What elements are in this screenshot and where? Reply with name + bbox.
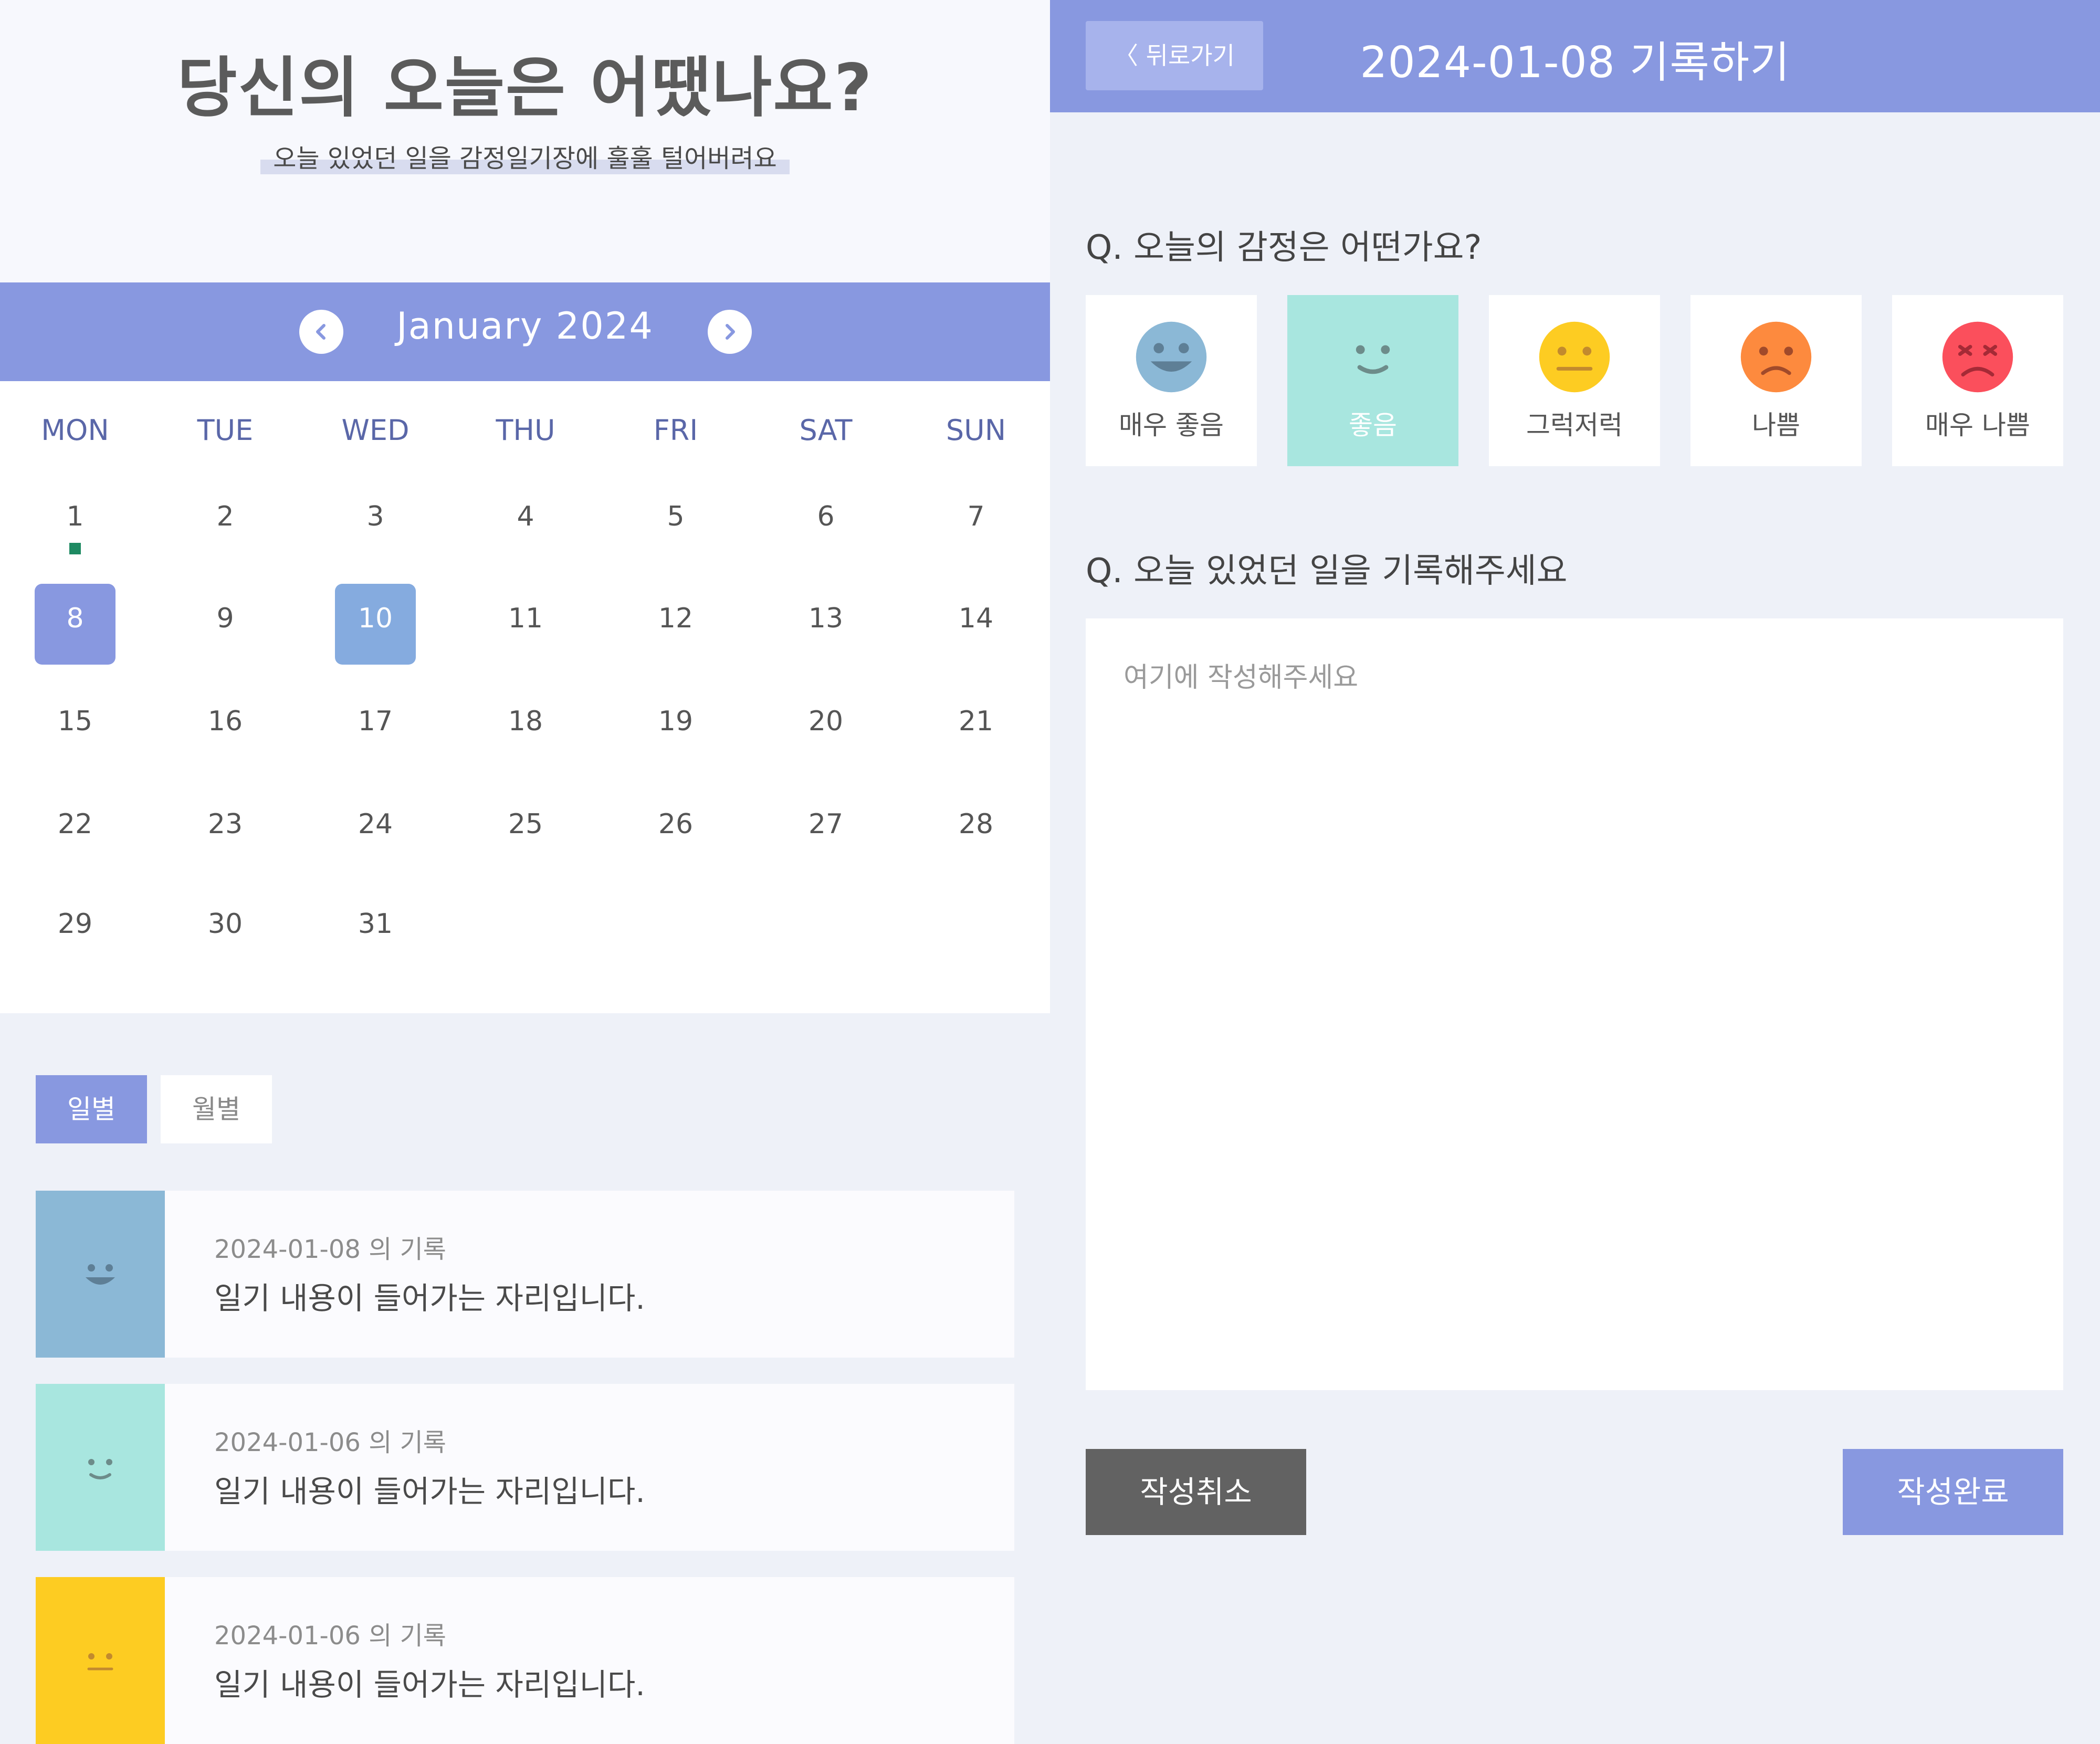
frowning-face-icon: [1740, 321, 1812, 393]
neutral-face-icon: [87, 1653, 113, 1671]
emotion-option-very-bad[interactable]: 매우 나쁨: [1892, 295, 2063, 466]
entry-text: 일기 내용이 들어가는 자리입니다.: [214, 1667, 645, 1703]
next-month-button[interactable]: [708, 310, 752, 354]
editor-title: 2024-01-08 기록하기: [1360, 38, 1790, 88]
calendar-day-21[interactable]: 21: [901, 706, 1051, 737]
entry-mood-thumbnail: [36, 1577, 165, 1744]
emotion-label: 좋음: [1349, 410, 1397, 440]
weekday-thu: THU: [496, 414, 555, 447]
calendar-day-4[interactable]: 4: [450, 501, 601, 532]
calendar-day-8[interactable]: 8: [0, 603, 150, 634]
calendar-day-12[interactable]: 12: [601, 603, 751, 634]
page-title: 당신의 오늘은 어땠나요?: [177, 50, 873, 126]
entry-card[interactable]: 2024-01-06 의 기록일기 내용이 들어가는 자리입니다.: [36, 1577, 1014, 1744]
tab-daily[interactable]: 일별: [36, 1075, 147, 1143]
calendar-day-28[interactable]: 28: [901, 808, 1051, 840]
calendar-day-26[interactable]: 26: [601, 808, 751, 840]
emotion-option-very-good[interactable]: 매우 좋음: [1086, 295, 1257, 466]
chevron-left-icon: [316, 324, 326, 340]
emotion-label: 나쁨: [1752, 410, 1800, 440]
diary-editor-panel: 〈 뒤로가기 2024-01-08 기록하기 Q. 오늘의 감정은 어떤가요? …: [1050, 0, 2100, 1714]
calendar-day-10[interactable]: 10: [300, 603, 450, 634]
calendar-day-14[interactable]: 14: [901, 603, 1051, 634]
page-subtitle: 오늘 있었던 일을 감정일기장에 훌훌 털어버려요: [260, 138, 790, 174]
calendar-day-1[interactable]: 1: [0, 501, 150, 532]
tab-monthly[interactable]: 월별: [161, 1075, 272, 1143]
calendar-day-2[interactable]: 2: [150, 501, 300, 532]
calendar-day-7[interactable]: 7: [901, 501, 1051, 532]
entry-text: 일기 내용이 들어가는 자리입니다.: [214, 1280, 645, 1316]
neutral-face-icon: [1539, 321, 1610, 393]
weekday-mon: MON: [41, 414, 109, 447]
calendar-day-15[interactable]: 15: [0, 706, 150, 737]
hero: 당신의 오늘은 어땠나요? 오늘 있었던 일을 감정일기장에 훌훌 털어버려요: [0, 0, 1050, 282]
calendar-day-20[interactable]: 20: [751, 706, 901, 737]
calendar-day-13[interactable]: 13: [751, 603, 901, 634]
emotion-question: Q. 오늘의 감정은 어떤가요?: [1086, 228, 1482, 267]
calendar-day-6[interactable]: 6: [751, 501, 901, 532]
weekday-fri: FRI: [653, 414, 698, 447]
smiling-face-icon: [88, 1459, 112, 1479]
emotion-option-good[interactable]: 좋음: [1287, 295, 1458, 466]
calendar-day-17[interactable]: 17: [300, 706, 450, 737]
diary-main-panel: 당신의 오늘은 어땠나요? 오늘 있었던 일을 감정일기장에 훌훌 털어버려요 …: [0, 0, 1050, 1744]
calendar-day-5[interactable]: 5: [601, 501, 751, 532]
calendar-day-18[interactable]: 18: [450, 706, 601, 737]
calendar-day-30[interactable]: 30: [150, 908, 300, 940]
entry-card[interactable]: 2024-01-08 의 기록일기 내용이 들어가는 자리입니다.: [36, 1191, 1014, 1358]
calendar-day-11[interactable]: 11: [450, 603, 601, 634]
emotion-option-neutral[interactable]: 그럭저럭: [1489, 295, 1660, 466]
calendar-day-22[interactable]: 22: [0, 808, 150, 840]
submit-button[interactable]: 작성완료: [1843, 1449, 2063, 1535]
prev-month-button[interactable]: [299, 310, 343, 354]
emotion-option-bad[interactable]: 나쁨: [1690, 295, 1862, 466]
weekday-sun: SUN: [946, 414, 1006, 447]
diary-textarea[interactable]: [1086, 618, 2063, 1390]
calendar-day-29[interactable]: 29: [0, 908, 150, 940]
cancel-button[interactable]: 작성취소: [1086, 1449, 1306, 1535]
calendar-day-3[interactable]: 3: [300, 501, 450, 532]
grinning-face-icon: [1136, 321, 1207, 393]
emotion-label: 그럭저럭: [1526, 410, 1623, 440]
entry-date: 2024-01-06 의 기록: [214, 1428, 446, 1457]
weekday-sat: SAT: [799, 414, 853, 447]
calendar-day-31[interactable]: 31: [300, 908, 450, 940]
emotion-label: 매우 나쁨: [1925, 410, 2030, 440]
weekday-tue: TUE: [197, 414, 254, 447]
entry-text: 일기 내용이 들어가는 자리입니다.: [214, 1474, 645, 1509]
entry-card[interactable]: 2024-01-06 의 기록일기 내용이 들어가는 자리입니다.: [36, 1384, 1014, 1551]
entry-date: 2024-01-08 의 기록: [214, 1235, 446, 1264]
chevron-right-icon: [726, 324, 735, 340]
calendar-month-label: January 2024: [396, 304, 654, 348]
calendar-day-16[interactable]: 16: [150, 706, 300, 737]
entry-marker: [69, 543, 81, 554]
calendar-day-23[interactable]: 23: [150, 808, 300, 840]
calendar-day-24[interactable]: 24: [300, 808, 450, 840]
emotion-label: 매우 좋음: [1119, 410, 1224, 440]
calendar-day-19[interactable]: 19: [601, 706, 751, 737]
calendar-day-25[interactable]: 25: [450, 808, 601, 840]
angry-face-icon: [1942, 321, 2013, 393]
grinning-face-icon: [86, 1264, 115, 1285]
entry-date: 2024-01-06 의 기록: [214, 1621, 446, 1651]
calendar-day-9[interactable]: 9: [150, 603, 300, 634]
back-button[interactable]: 〈 뒤로가기: [1086, 21, 1263, 90]
entry-mood-thumbnail: [36, 1191, 165, 1358]
calendar-header: January 2024: [0, 282, 1050, 381]
smiling-face-icon: [1356, 345, 1390, 374]
calendar-grid: MON TUE WED THU FRI SAT SUN 1 2 3 4 5 6 7 8 9 10 11 12 13 14…: [0, 381, 1050, 1013]
weekday-wed: WED: [341, 414, 410, 447]
record-question: Q. 오늘 있었던 일을 기록해주세요: [1086, 552, 1568, 591]
calendar-day-27[interactable]: 27: [751, 808, 901, 840]
entry-mood-thumbnail: [36, 1384, 165, 1551]
editor-header: 〈 뒤로가기 2024-01-08 기록하기: [1050, 0, 2100, 112]
